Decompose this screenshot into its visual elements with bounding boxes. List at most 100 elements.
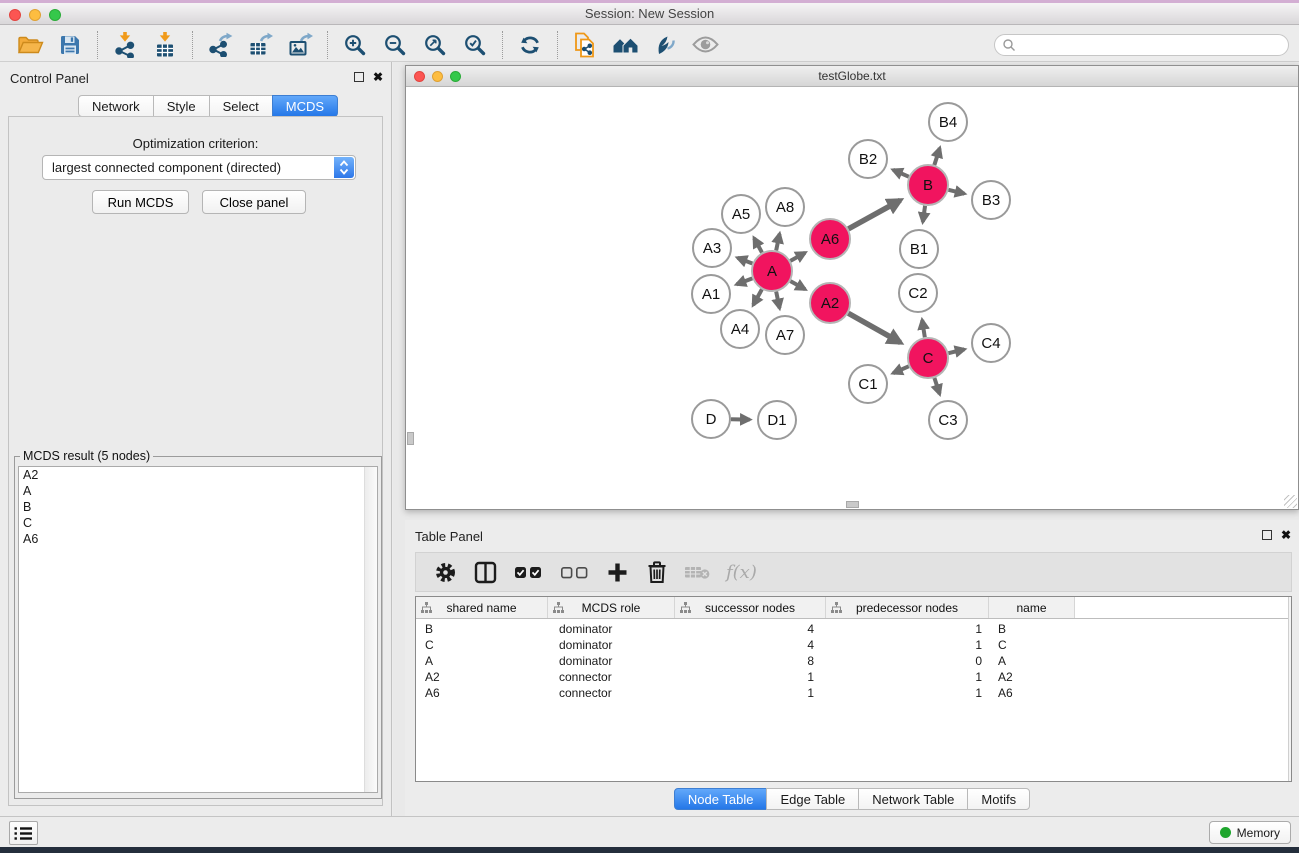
network-window-titlebar[interactable]: testGlobe.txt [406,66,1298,87]
table-cell[interactable]: dominator [548,622,675,636]
open-session-button[interactable] [10,30,50,60]
close-panel-icon[interactable]: ✖ [373,72,383,82]
zoom-window-button[interactable] [450,71,461,82]
tab-style[interactable]: Style [153,95,210,117]
table-cell[interactable]: dominator [548,638,675,652]
table-cell[interactable]: A [416,654,548,668]
result-item[interactable]: A6 [19,531,377,547]
column-header-name[interactable]: name [989,597,1075,618]
import-network-button[interactable] [105,30,145,60]
create-column-button[interactable] [604,559,630,585]
result-item[interactable]: A [19,483,377,499]
graph-node-D1[interactable]: D1 [758,401,796,439]
zoom-in-button[interactable] [335,30,375,60]
table-cell[interactable]: connector [548,670,675,684]
graph-node-D[interactable]: D [692,400,730,438]
zoom-selected-button[interactable] [455,30,495,60]
memory-button[interactable]: Memory [1209,821,1291,844]
table-cell[interactable]: dominator [548,654,675,668]
graph-node-B4[interactable]: B4 [929,103,967,141]
search-input[interactable] [994,34,1289,56]
table-row[interactable]: Adominator80A [416,653,1291,669]
table-cell[interactable]: 1 [826,670,989,684]
function-builder-button[interactable]: f(x) [726,562,757,583]
table-cell[interactable]: 0 [826,654,989,668]
graph-edge-A-A2[interactable] [790,281,805,289]
graph-edge-A-A8[interactable] [776,234,779,251]
export-image-button[interactable] [280,30,320,60]
graph-node-B2[interactable]: B2 [849,140,887,178]
home-network-button[interactable] [605,30,645,60]
graph-edge-A6-B[interactable] [848,200,900,229]
tab-motifs[interactable]: Motifs [967,788,1030,810]
graphics-details-button[interactable] [645,30,685,60]
graph-edge-B-B2[interactable] [893,170,909,177]
table-cell[interactable]: A [989,654,1075,668]
task-history-button[interactable] [9,821,38,845]
graph-edge-C-C3[interactable] [934,378,939,394]
save-session-button[interactable] [50,30,90,60]
table-cell[interactable]: 4 [675,622,826,636]
select-all-columns-button[interactable] [512,559,544,585]
table-cell[interactable]: 1 [826,686,989,700]
result-item[interactable]: B [19,499,377,515]
optimization-criterion-select[interactable]: largest connected component (directed) [42,155,356,180]
graph-node-C3[interactable]: C3 [929,401,967,439]
scrollbar-handle[interactable] [846,501,859,508]
close-panel-icon[interactable]: ✖ [1281,530,1291,540]
graph-node-B1[interactable]: B1 [900,230,938,268]
tab-mcds[interactable]: MCDS [272,95,338,117]
table-cell[interactable]: 8 [675,654,826,668]
graph-edge-C-C2[interactable] [922,320,925,337]
list-scrollbar[interactable] [364,467,377,792]
tab-network-table[interactable]: Network Table [858,788,968,810]
table-settings-button[interactable] [432,559,458,585]
table-cell[interactable]: B [989,622,1075,636]
graph-node-C1[interactable]: C1 [849,365,887,403]
graph-node-A[interactable]: A [752,251,792,291]
float-panel-icon[interactable] [1262,530,1272,540]
table-row[interactable]: Cdominator41C [416,637,1291,653]
float-panel-icon[interactable] [354,72,364,82]
table-row[interactable]: A2connector11A2 [416,669,1291,685]
close-window-button[interactable] [414,71,425,82]
column-header-shared-name[interactable]: shared name [416,597,548,618]
graph-edge-A-A3[interactable] [738,258,753,264]
table-cell[interactable]: A2 [989,670,1075,684]
graph-edge-C-C4[interactable] [948,349,964,353]
graph-edge-C-C1[interactable] [893,366,909,373]
graph-edge-A2-C[interactable] [848,313,900,342]
export-table-button[interactable] [240,30,280,60]
table-cell[interactable]: C [989,638,1075,652]
delete-table-button[interactable] [684,559,710,585]
graph-node-A1[interactable]: A1 [692,275,730,313]
zoom-out-button[interactable] [375,30,415,60]
graph-node-A4[interactable]: A4 [721,310,759,348]
refresh-button[interactable] [510,30,550,60]
table-cell[interactable]: 1 [826,638,989,652]
table-cell[interactable]: A6 [989,686,1075,700]
table-cell[interactable]: A2 [416,670,548,684]
graph-edge-A-A5[interactable] [754,238,762,252]
tab-node-table[interactable]: Node Table [674,788,768,810]
graph-node-A7[interactable]: A7 [766,316,804,354]
graph-edge-B-B4[interactable] [934,148,939,165]
graph-node-B[interactable]: B [908,165,948,205]
graph-edge-A-A6[interactable] [790,253,805,261]
graph-node-C[interactable]: C [908,338,948,378]
table-cell[interactable]: 1 [826,622,989,636]
scrollbar-handle[interactable] [407,432,414,445]
table-cell[interactable]: connector [548,686,675,700]
result-item[interactable]: C [19,515,377,531]
graph-edge-A-A7[interactable] [776,292,779,309]
close-panel-button[interactable]: Close panel [202,190,306,214]
tab-edge-table[interactable]: Edge Table [766,788,859,810]
graph-node-A6[interactable]: A6 [810,219,850,259]
table-row[interactable]: Bdominator41B [416,621,1291,637]
table-cell[interactable]: 1 [675,686,826,700]
column-header-mcds-role[interactable]: MCDS role [548,597,675,618]
close-window-button[interactable] [9,9,21,21]
graph-node-A2[interactable]: A2 [810,283,850,323]
import-table-button[interactable] [145,30,185,60]
table-scrollbar[interactable] [1288,597,1291,781]
